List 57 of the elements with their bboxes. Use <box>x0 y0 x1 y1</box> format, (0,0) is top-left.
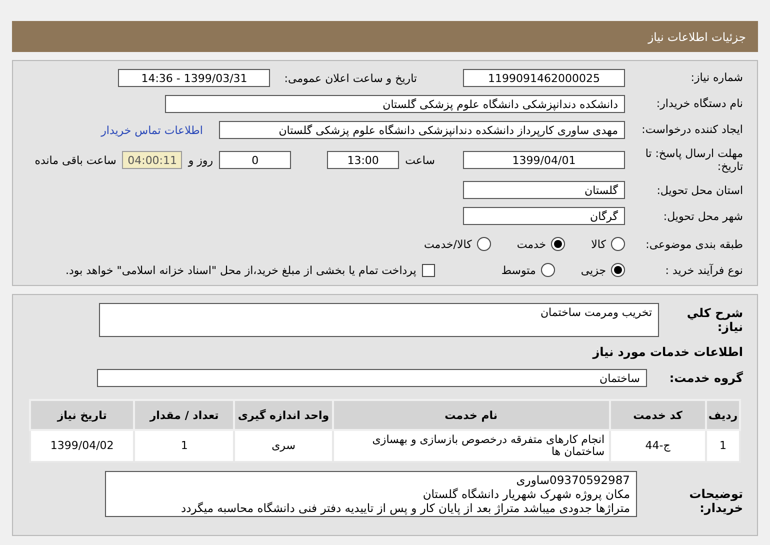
notes-line: مکان پروژه شهرک شهریار دانشگاه گلستان <box>422 487 630 502</box>
field-label: ساعت <box>405 154 435 167</box>
buyer-field[interactable]: دانشکده دندانپزشکی دانشگاه علوم پزشکی گلستان <box>165 95 625 113</box>
description-field[interactable]: تخریب ومرمت ساختمان <box>99 303 659 338</box>
section-title: اطلاعات خدمات مورد نیاز <box>591 345 743 360</box>
radio-label: کالا/خدمت <box>424 238 472 251</box>
field-label: گروه خدمت: <box>668 371 743 386</box>
table-cell: 1399/04/02 <box>30 430 134 462</box>
field-label: شرح کلي نياز: <box>686 306 743 335</box>
service-group-field[interactable]: ساختمان <box>97 369 647 388</box>
announce-date-field[interactable]: 1399/03/31 - 14:36 <box>118 69 270 87</box>
checkbox-label: پرداخت تمام یا بخشی از مبلغ خرید،از محل "اسناد خزانه اسلامی" خواهد بود. <box>66 264 416 277</box>
field-label: تاریخ و ساعت اعلان عمومی: <box>284 72 417 84</box>
notes-line: 09370592987ساوری <box>515 473 630 488</box>
table-cell: 1 <box>706 430 740 462</box>
radio-label: متوسط <box>501 264 536 277</box>
radio-label: کالا <box>591 238 606 251</box>
column-header: تعداد / مقدار <box>134 400 234 430</box>
table-cell: 1 <box>134 430 234 462</box>
table-cell: ج-44 <box>610 430 706 462</box>
column-header: ردیف <box>706 400 740 430</box>
radio-button[interactable] <box>611 237 625 252</box>
contact-info-link[interactable]: اطلاعات تماس خریدار <box>101 124 203 136</box>
radio-button[interactable] <box>540 263 555 278</box>
page-title: جزئیات اطلاعات نیاز <box>12 21 758 52</box>
radio-label: خدمت <box>516 238 546 251</box>
notes-line: متراژها جدودی میباشد متراژ بعد از پایان کار و پس از تاییدیه دفتر فنی دانشگاه محاسبه میگردد <box>180 501 630 516</box>
time-field[interactable]: 13:00 <box>327 151 400 170</box>
field-label: نام دستگاه خریدار: <box>655 97 743 111</box>
radio-label: جزیی <box>580 264 606 277</box>
deadline-date-field[interactable]: 1399/04/01 <box>463 151 625 170</box>
city-field[interactable]: گرگان <box>463 207 625 226</box>
field-label: طبقه بندی موضوعی: <box>644 238 743 251</box>
field-label: ساعت باقی مانده <box>34 154 116 167</box>
province-field[interactable]: گلستان <box>463 181 625 200</box>
field-label: استان محل تحویل: <box>656 184 743 197</box>
days-field[interactable]: 0 <box>219 151 292 170</box>
column-header: واحد اندازه گیری <box>234 400 333 430</box>
column-header: نام خدمت <box>332 400 610 430</box>
field-label: روز و <box>188 154 214 167</box>
column-header: تاریخ نیاز <box>30 400 134 430</box>
field-label: شهر محل تحویل: <box>662 210 743 223</box>
field-label: مهلت ارسال پاسخ: تا تاریخ: <box>644 147 743 174</box>
radio-button[interactable] <box>611 263 625 278</box>
field-label: توضیحات خریدار: <box>688 486 743 516</box>
need-number-field[interactable]: 1199091462000025 <box>463 69 625 87</box>
field-label: نوع فرآیند خرید : <box>664 264 743 277</box>
table-cell: سری <box>234 430 333 462</box>
field-label: شماره نیاز: <box>690 71 743 85</box>
radio-button[interactable] <box>551 237 566 252</box>
checkbox[interactable] <box>422 264 436 277</box>
creator-field[interactable]: مهدی ساوری کارپرداز دانشکده دندانپزشکی دانشگاه علوم پزشکی گلستان <box>219 121 625 139</box>
column-header: کد خدمت <box>610 400 706 430</box>
field-label: ایجاد کننده درخواست: <box>640 123 743 137</box>
radio-button[interactable] <box>476 237 491 252</box>
table-cell: انجام کارهای متفرقه درخصوص بازسازی و بهسازی ساختمان ها <box>332 430 610 462</box>
remaining-time-field: 04:00:11 <box>122 151 182 170</box>
